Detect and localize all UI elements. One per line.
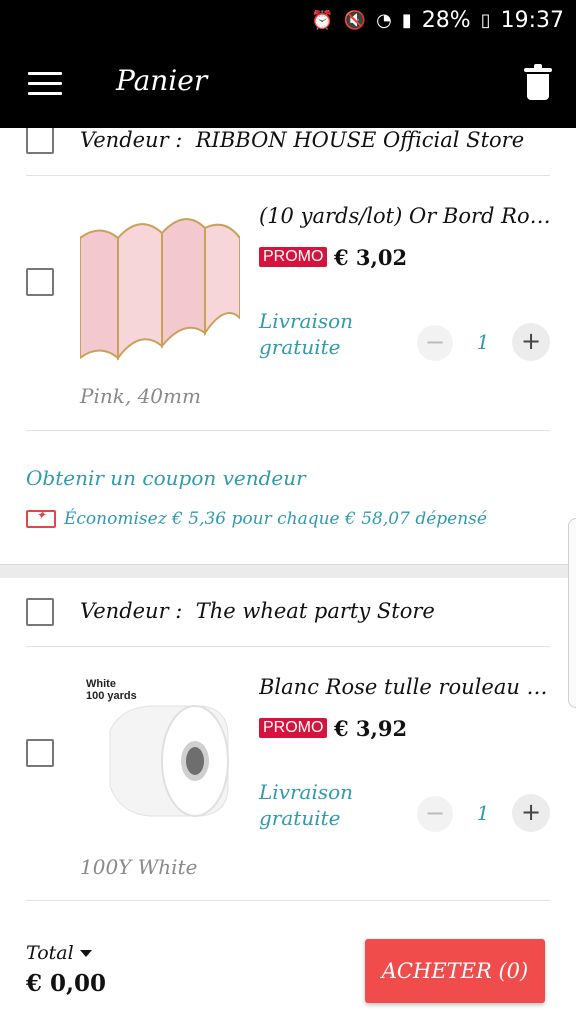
section-separator xyxy=(0,564,576,578)
product-title[interactable]: (10 yards/lot) Or Bord Ros... xyxy=(259,204,559,228)
saving-text: Économisez € 5,36 pour chaque € 58,07 dé… xyxy=(64,509,487,529)
quantity-value: 1 xyxy=(476,801,490,825)
total-label: Total xyxy=(26,942,74,964)
divider xyxy=(26,900,550,901)
vendor-name[interactable]: RIBBON HOUSE Official Store xyxy=(196,128,524,152)
status-bar: ⏰ 🔇 ◔ ▮ 28% ▯ 19:37 xyxy=(0,0,576,40)
clock: 19:37 xyxy=(500,7,564,33)
shipping-info: Livraison gratuite xyxy=(259,308,353,360)
shipping-line-1: Livraison xyxy=(259,780,354,804)
shipping-info: Livraison gratuite xyxy=(259,779,353,831)
vendor-label: Vendeur : RIBBON HOUSE Official Store xyxy=(80,128,524,152)
shipping-line-2: gratuite xyxy=(259,335,341,359)
vendor-label: Vendeur : The wheat party Store xyxy=(80,599,435,623)
checkout-footer: Total € 0,00 ACHETER (0) xyxy=(0,930,576,1024)
wifi-icon: ◔ xyxy=(376,9,392,31)
battery-percent: 28% xyxy=(421,7,471,33)
promo-badge: PROMO xyxy=(259,718,328,738)
coupon-icon xyxy=(26,508,56,528)
product-price: € 3,02 xyxy=(334,245,408,270)
vendor-prefix: Vendeur : xyxy=(80,128,183,152)
total-toggle[interactable]: Total xyxy=(26,942,92,964)
signal-icon: ▮ xyxy=(401,9,412,31)
vendor-checkbox[interactable] xyxy=(26,128,54,154)
caret-down-icon xyxy=(79,949,92,957)
vendor-row: Vendeur : RIBBON HOUSE Official Store xyxy=(0,128,576,176)
quantity-value: 1 xyxy=(476,330,490,354)
divider xyxy=(26,175,550,176)
product-variant: Pink, 40mm xyxy=(80,384,201,408)
shipping-line-2: gratuite xyxy=(259,806,341,830)
side-panel-handle[interactable] xyxy=(568,518,576,708)
quantity-decrease-button[interactable]: − xyxy=(417,796,453,832)
vendor-name[interactable]: The wheat party Store xyxy=(196,599,435,623)
product-variant: 100Y White xyxy=(80,855,198,879)
promo-badge: PROMO xyxy=(259,247,328,267)
trash-icon[interactable] xyxy=(524,64,552,100)
alarm-icon: ⏰ xyxy=(311,9,334,31)
product-title[interactable]: Blanc Rose tulle rouleau bo... xyxy=(259,675,559,699)
mute-icon: 🔇 xyxy=(343,9,367,31)
total-value: € 0,00 xyxy=(26,970,107,997)
quantity-increase-button[interactable]: + xyxy=(512,323,550,361)
vendor-prefix: Vendeur : xyxy=(80,599,183,623)
divider xyxy=(26,646,550,647)
item-checkbox[interactable] xyxy=(26,739,54,767)
battery-icon: ▯ xyxy=(480,9,491,31)
quantity-increase-button[interactable]: + xyxy=(512,794,550,832)
quantity-decrease-button[interactable]: − xyxy=(417,325,453,361)
vendor-checkbox[interactable] xyxy=(26,598,54,626)
app-bar: Panier xyxy=(0,40,576,128)
hamburger-menu-icon[interactable] xyxy=(28,72,62,96)
white-tulle-roll-image[interactable]: White 100 yards xyxy=(80,676,240,830)
saving-info: Économisez € 5,36 pour chaque € 58,07 dé… xyxy=(26,508,487,529)
cart-list[interactable]: Vendeur : RIBBON HOUSE Official Store (1… xyxy=(0,128,576,930)
vendor-row: Vendeur : The wheat party Store xyxy=(0,598,576,646)
product-price: € 3,92 xyxy=(334,716,408,741)
pink-ribbon-image[interactable] xyxy=(80,208,240,362)
divider xyxy=(26,430,550,431)
buy-button[interactable]: ACHETER (0) xyxy=(365,939,545,1003)
get-coupon-link[interactable]: Obtenir un coupon vendeur xyxy=(26,466,306,490)
page-title: Panier xyxy=(116,64,208,97)
shipping-line-1: Livraison xyxy=(259,309,354,333)
item-checkbox[interactable] xyxy=(26,268,54,296)
